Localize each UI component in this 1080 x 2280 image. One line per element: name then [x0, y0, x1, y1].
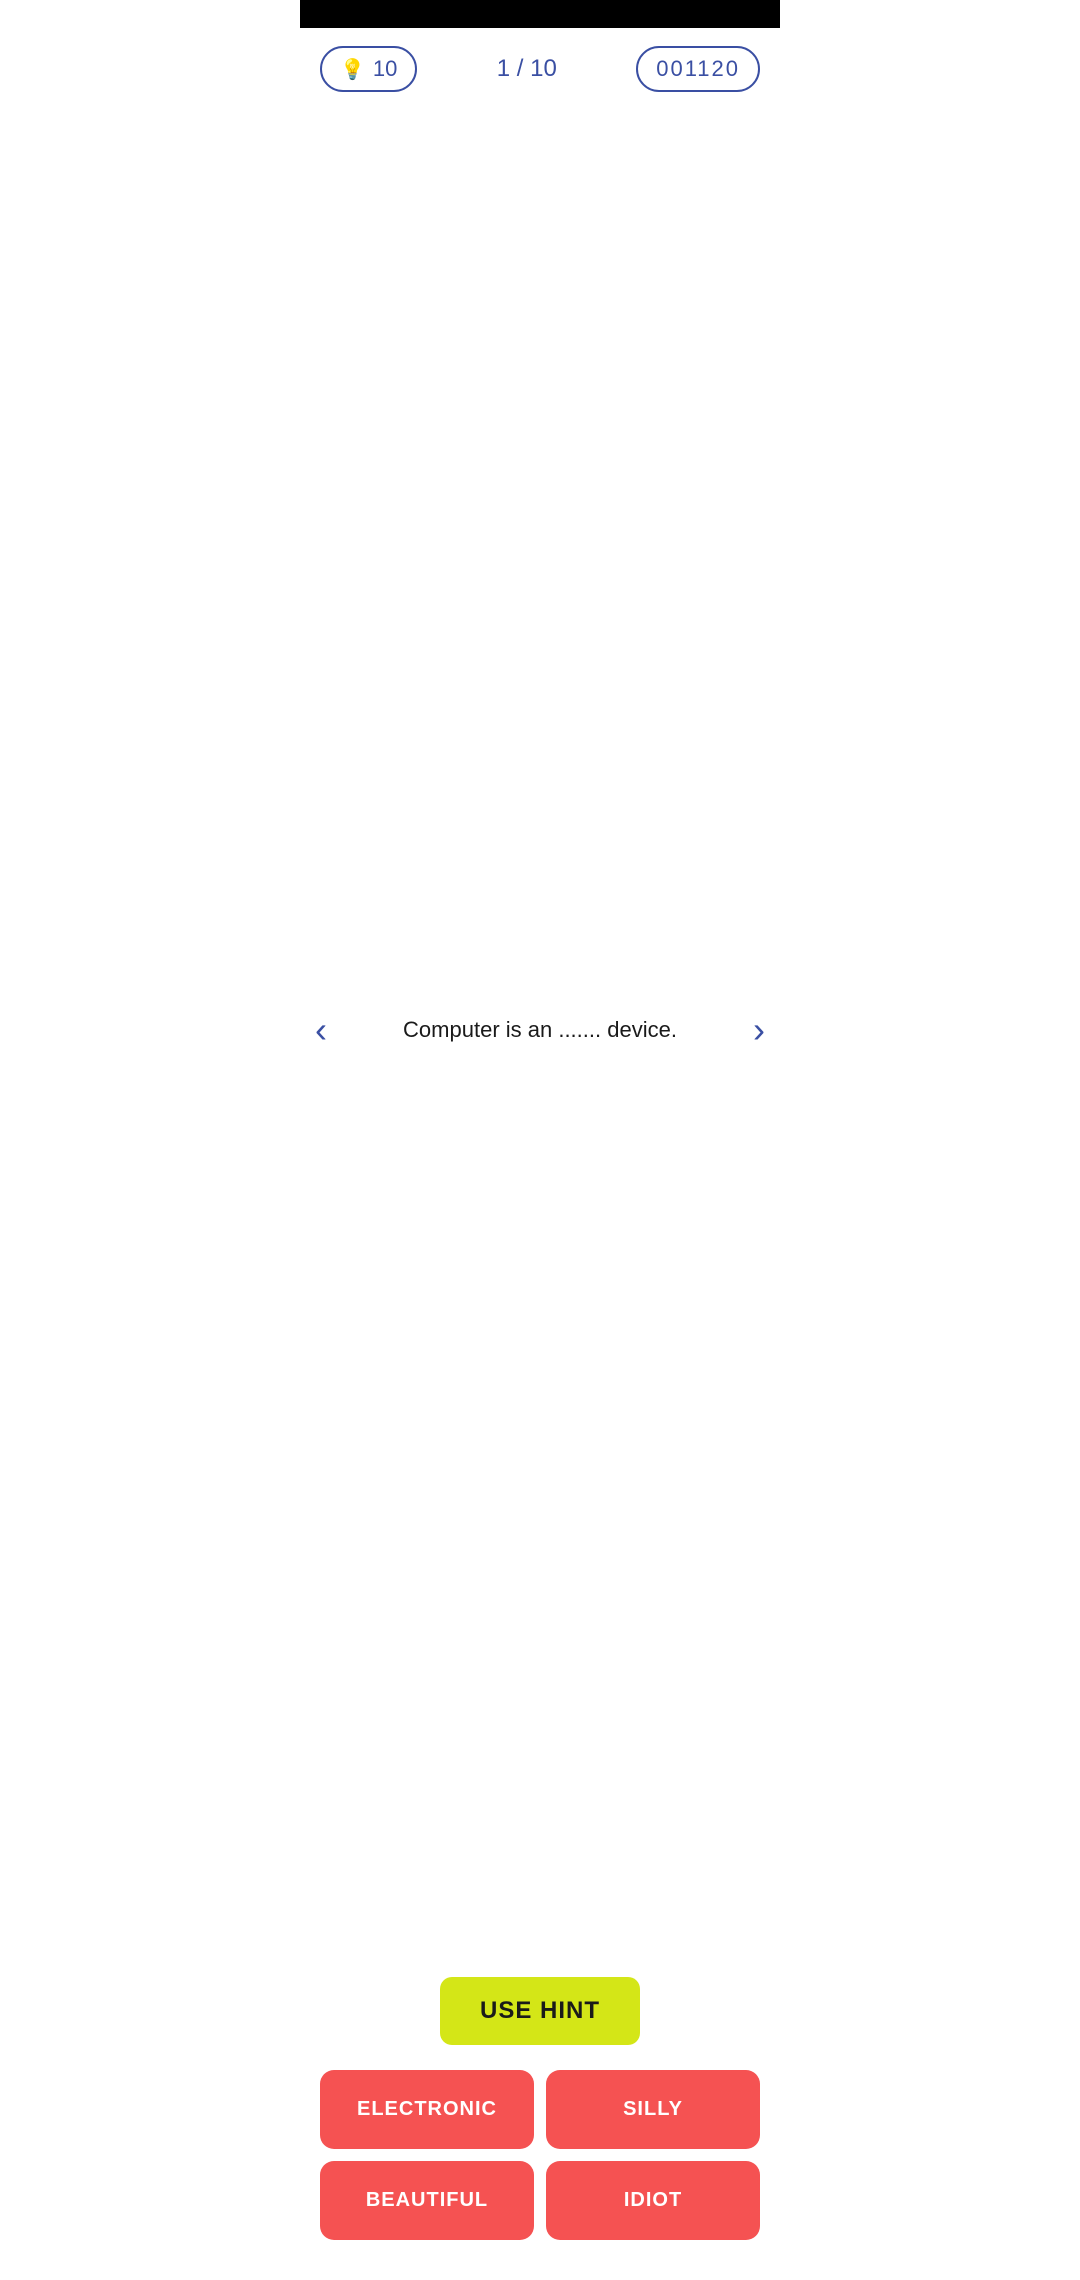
answer-btn-1[interactable]: SILLY: [546, 2070, 760, 2149]
answer-btn-3[interactable]: IDIOT: [546, 2161, 760, 2240]
hint-section: USE HINT: [300, 1957, 780, 2070]
question-area: ‹ Computer is an ....... device. ›: [300, 102, 780, 1957]
top-bar: 💡 10 1 / 10 001120: [300, 28, 780, 102]
score-display: 001120: [636, 46, 760, 92]
question-text: Computer is an ....... device.: [343, 1013, 737, 1046]
answers-grid: ELECTRONIC SILLY BEAUTIFUL IDIOT: [300, 2070, 780, 2280]
hint-counter: 💡 10: [320, 46, 417, 92]
prev-button[interactable]: ‹: [305, 999, 337, 1061]
question-counter: 1 / 10: [497, 55, 557, 83]
answer-btn-0[interactable]: ELECTRONIC: [320, 2070, 534, 2149]
answer-btn-2[interactable]: BEAUTIFUL: [320, 2161, 534, 2240]
status-bar: [300, 0, 780, 28]
hint-count: 10: [373, 56, 397, 82]
next-button[interactable]: ›: [743, 999, 775, 1061]
use-hint-button[interactable]: USE HINT: [440, 1977, 640, 2045]
bulb-icon: 💡: [340, 57, 365, 82]
